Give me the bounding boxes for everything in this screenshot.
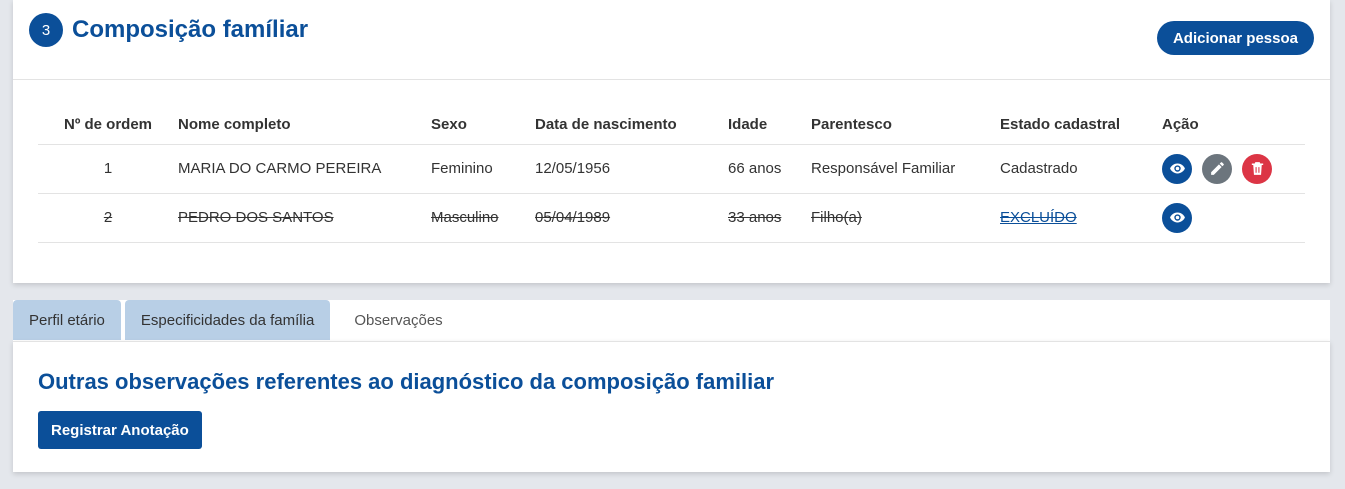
step-number-badge: 3 [29, 13, 63, 47]
register-note-button[interactable]: Registrar Anotação [38, 411, 202, 449]
table-header-row: Nº de ordem Nome completo Sexo Data de n… [38, 105, 1305, 145]
section-title: Composição famíliar [72, 16, 309, 43]
cell-nascimento: 12/05/1956 [535, 144, 728, 194]
pencil-icon [1210, 162, 1224, 175]
view-button[interactable] [1162, 153, 1192, 184]
observations-title: Outras observações referentes ao diagnós… [38, 369, 775, 394]
column-header-ordem: Nº de ordem [38, 105, 178, 145]
status-excluido-link[interactable]: EXCLUÍDO [1000, 209, 1077, 226]
cell-nascimento: 05/04/1989 [535, 193, 728, 243]
cell-idade: 33 anos [728, 193, 811, 243]
table-row: 2 PEDRO DOS SANTOS Masculino 05/04/1989 … [38, 193, 1305, 243]
view-button[interactable] [1162, 202, 1192, 233]
cell-ordem: 1 [38, 144, 178, 194]
cell-estado: EXCLUÍDO [1000, 193, 1162, 243]
tab-bar: Perfil etário Especificidades da família… [13, 300, 1330, 341]
delete-button[interactable] [1242, 153, 1272, 184]
cell-idade: 66 anos [728, 144, 811, 194]
cell-nome: PEDRO DOS SANTOS [178, 193, 431, 243]
column-header-parentesco: Parentesco [811, 105, 1000, 145]
eye-icon [1169, 163, 1185, 174]
column-header-acao: Ação [1162, 105, 1305, 145]
column-header-estado: Estado cadastral [1000, 105, 1162, 145]
cell-ordem: 2 [38, 193, 178, 243]
column-header-data-nascimento: Data de nascimento [535, 105, 728, 145]
cell-sexo: Feminino [431, 144, 535, 194]
tab-observacoes[interactable]: Observações [334, 300, 463, 340]
column-header-idade: Idade [728, 105, 811, 145]
cell-nome: MARIA DO CARMO PEREIRA [178, 144, 431, 194]
cell-actions [1162, 193, 1305, 243]
family-members-table: Nº de ordem Nome completo Sexo Data de n… [38, 105, 1305, 243]
table-row: 1 MARIA DO CARMO PEREIRA Feminino 12/05/… [38, 144, 1305, 194]
cell-sexo: Masculino [431, 193, 535, 243]
cell-estado: Cadastrado [1000, 144, 1162, 194]
cell-parentesco: Responsável Familiar [811, 144, 1000, 194]
tab-especificidades[interactable]: Especificidades da família [124, 300, 331, 340]
family-composition-card: 3 Composição famíliar Adicionar pessoa N… [13, 0, 1330, 283]
observations-panel: Outras observações referentes ao diagnós… [13, 341, 1330, 472]
cell-parentesco: Filho(a) [811, 193, 1000, 243]
column-header-nome: Nome completo [178, 105, 431, 145]
eye-icon [1169, 212, 1185, 223]
cell-actions [1162, 144, 1305, 194]
section-header: 3 Composição famíliar Adicionar pessoa [13, 0, 1330, 80]
column-header-sexo: Sexo [431, 105, 535, 145]
edit-button[interactable] [1202, 153, 1232, 184]
tab-perfil-etario[interactable]: Perfil etário [13, 300, 121, 340]
add-person-button[interactable]: Adicionar pessoa [1156, 21, 1314, 55]
trash-icon [1251, 162, 1263, 175]
